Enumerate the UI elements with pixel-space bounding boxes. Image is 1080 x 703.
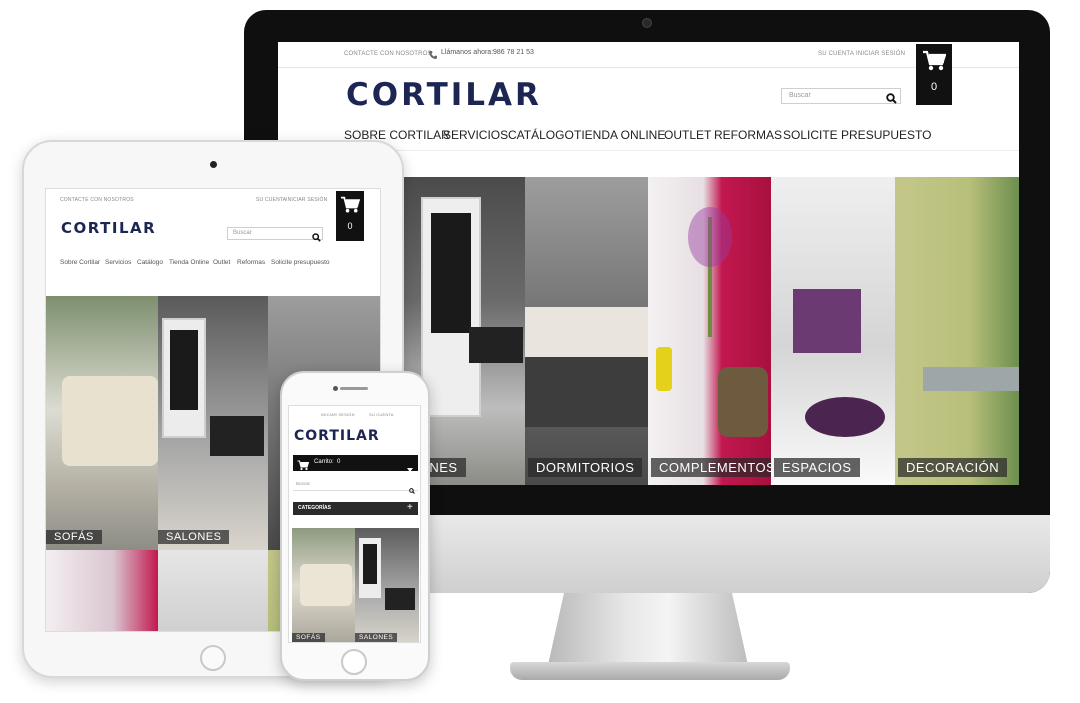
- cart-icon: [297, 458, 310, 476]
- category-tile-decoracion[interactable]: DECORACIÓN: [895, 177, 1019, 485]
- category-tile-complementos[interactable]: COMPLEMENTOS: [648, 177, 771, 485]
- phone-login-link[interactable]: INICIAR SESIÓN: [321, 412, 355, 417]
- account-link[interactable]: SU CUENTA: [818, 51, 854, 57]
- phone-categories-label: CATEGORÍAS: [298, 505, 331, 511]
- phone-home-button: [341, 649, 367, 675]
- tablet-tile-salones[interactable]: SALONES: [158, 296, 268, 550]
- monitor-stand: [548, 593, 748, 665]
- category-tile-espacios[interactable]: ESPACIOS: [771, 177, 895, 485]
- tablet-search-input[interactable]: Buscar: [227, 227, 323, 242]
- category-label: SOFÁS: [46, 530, 102, 544]
- tablet-tile-espacios[interactable]: [158, 550, 268, 631]
- cart-count: 0: [930, 81, 938, 93]
- tablet-home-button: [200, 645, 226, 671]
- phone-speaker: [340, 387, 368, 390]
- phone-categories-toggle[interactable]: CATEGORÍAS +: [293, 502, 418, 515]
- nav-solicite-presupuesto[interactable]: SOLICITE PRESUPUESTO: [783, 128, 931, 142]
- phone-tile-salones[interactable]: SALONES: [355, 528, 419, 642]
- phone-icon: [428, 47, 438, 65]
- tablet-cart-button[interactable]: 0: [336, 191, 364, 241]
- nav-outlet[interactable]: OUTLET: [664, 128, 711, 142]
- phone-logo[interactable]: CORTILAR: [294, 428, 380, 444]
- phone-cart-bar[interactable]: Carrito: 0: [293, 455, 418, 472]
- phone-account-link[interactable]: SU CUENTA: [369, 412, 394, 417]
- phone-screen: INICIAR SESIÓN SU CUENTA CORTILAR Carrit…: [288, 405, 421, 643]
- category-label: SALONES: [158, 530, 230, 544]
- tablet-login-link[interactable]: INICIAR SESIÓN: [286, 197, 327, 203]
- monitor-camera: [642, 18, 652, 28]
- category-label: COMPLEMENTOS: [651, 458, 771, 477]
- tablet-nav-reformas[interactable]: Reformas: [237, 259, 265, 266]
- tablet-camera: [210, 161, 217, 168]
- search-icon[interactable]: [886, 91, 897, 109]
- category-label: DORMITORIOS: [528, 458, 643, 477]
- tablet-tile-sofas[interactable]: SOFÁS: [46, 296, 158, 550]
- search-input[interactable]: Buscar: [781, 88, 901, 104]
- monitor-stand-base: [510, 662, 790, 680]
- tablet-nav-sobre-cortilar[interactable]: Sobre Cortilar: [60, 259, 100, 266]
- category-tile-dormitorios[interactable]: DORMITORIOS: [525, 177, 648, 485]
- nav-catalogo[interactable]: CATÁLOGO: [508, 128, 574, 142]
- search-placeholder: Buscar: [233, 230, 252, 236]
- search-icon[interactable]: [312, 229, 321, 247]
- nav-tienda-online[interactable]: TIENDA ONLINE: [574, 128, 665, 142]
- phone-tile-sofas[interactable]: SOFÁS: [292, 528, 355, 642]
- cart-icon: [922, 50, 947, 77]
- search-icon[interactable]: [409, 481, 415, 499]
- phone-cart-count: 0: [337, 459, 341, 465]
- tablet-nav-outlet[interactable]: Outlet: [213, 259, 230, 266]
- chevron-down-icon: [407, 460, 413, 478]
- tablet-nav-solicite-presupuesto[interactable]: Solicite presupuesto: [271, 259, 330, 266]
- tablet-nav-servicios[interactable]: Servicios: [105, 259, 131, 266]
- category-label: ESPACIOS: [774, 458, 860, 477]
- site-logo[interactable]: CORTILAR: [346, 77, 542, 113]
- tablet-nav-tienda-online[interactable]: Tienda Online: [169, 259, 209, 266]
- cart-icon: [340, 196, 361, 219]
- phone-cart-label: Carrito:: [314, 459, 334, 465]
- nav-servicios[interactable]: SERVICIOS: [443, 128, 508, 142]
- phone-label: Llámanos ahora:: [441, 49, 494, 56]
- category-label: DECORACIÓN: [898, 458, 1008, 477]
- nav-reformas[interactable]: REFORMAS: [714, 128, 782, 142]
- search-placeholder: Buscar: [789, 92, 811, 99]
- plus-icon: +: [407, 502, 413, 513]
- tablet-tile-complementos[interactable]: [46, 550, 158, 631]
- tablet-cart-count: 0: [347, 221, 353, 231]
- tablet-account-link[interactable]: SU CUENTA: [256, 197, 286, 203]
- login-link[interactable]: INICIAR SESIÓN: [856, 51, 905, 57]
- contact-link[interactable]: CONTACTE CON NOSOTROS: [344, 51, 432, 57]
- search-placeholder: Buscar: [296, 481, 311, 486]
- desktop-topbar: CONTACTE CON NOSOTROS Llámanos ahora: 98…: [278, 42, 1019, 68]
- tablet-logo[interactable]: CORTILAR: [61, 219, 156, 237]
- category-label: SOFÁS: [292, 633, 325, 642]
- phone-camera: [333, 386, 338, 391]
- phone-search-input[interactable]: Buscar: [293, 479, 418, 494]
- tablet-nav-catalogo[interactable]: Catálogo: [137, 259, 163, 266]
- category-label: SALONES: [355, 633, 398, 642]
- tablet-contact-link[interactable]: CONTACTE CON NOSOTROS: [60, 197, 134, 203]
- phone-number: 986 78 21 53: [493, 49, 534, 56]
- cart-button[interactable]: 0: [916, 44, 952, 105]
